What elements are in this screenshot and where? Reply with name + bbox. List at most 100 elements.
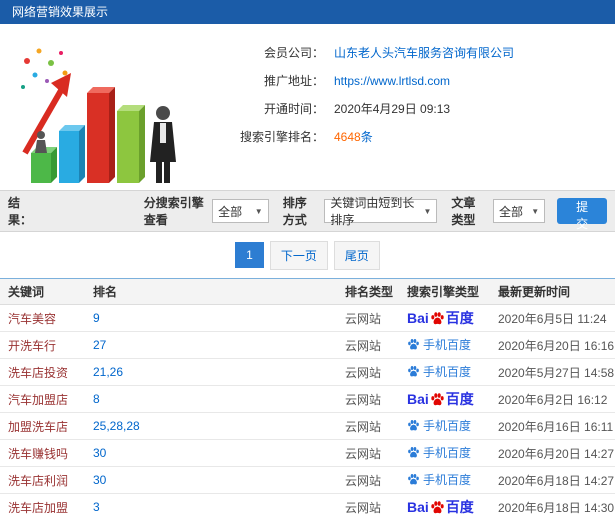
results-table: 关键词 排名 排名类型 搜索引擎类型 最新更新时间 汽车美容 9 云网站 Bai…: [0, 278, 615, 520]
company-link[interactable]: 山东老人头汽车服务咨询有限公司: [334, 44, 514, 61]
table-row: 洗车店利润 30 云网站 手机百度 2020年6月18日 14:27: [0, 466, 615, 494]
table-row: 加盟洗车店 25,28,28 云网站 手机百度 2020年6月16日 16:11: [0, 412, 615, 440]
baidu-pc-logo: Bai 百度: [407, 310, 474, 326]
next-page-button[interactable]: 下一页: [269, 240, 328, 270]
rank-type-cell: 云网站: [337, 466, 399, 494]
bar-chart-illustration: [4, 32, 189, 186]
header-updated: 最新更新时间: [490, 278, 615, 305]
pagination: 1 下一页 尾页: [0, 232, 615, 278]
chevron-down-icon: ▼: [531, 206, 540, 216]
baidu-mobile-logo: 手机百度: [407, 444, 471, 461]
table-row: 洗车赚钱吗 30 云网站 手机百度 2020年6月20日 14:27: [0, 439, 615, 467]
engine-cell: Bai 百度: [399, 304, 490, 332]
info-row-company: 会员公司： 山东老人头汽车服务咨询有限公司: [189, 40, 514, 65]
engine-cell: Bai 百度: [399, 493, 490, 520]
updated-cell: 2020年6月16日 16:11: [490, 412, 615, 440]
keyword-cell: 加盟洗车店: [0, 412, 85, 440]
last-page-button[interactable]: 尾页: [333, 240, 380, 270]
chevron-down-icon: ▼: [423, 206, 432, 216]
engine-cell: Bai 百度: [399, 385, 490, 413]
rank-count-label: 搜索引擎排名：: [239, 130, 324, 144]
rank-link[interactable]: 25,28,28: [93, 419, 140, 433]
baidu-mobile-logo: 手机百度: [407, 417, 471, 434]
baidu-paw-icon: [408, 447, 419, 458]
rank-count-suffix: 条: [360, 130, 373, 144]
baidu-mobile-logo: 手机百度: [407, 363, 471, 380]
growth-chart-image: [20, 48, 176, 183]
header-rank: 排名: [85, 278, 337, 305]
table-row: 开洗车行 27 云网站 手机百度 2020年6月20日 16:16: [0, 331, 615, 359]
keyword-cell: 开洗车行: [0, 331, 85, 359]
rank-type-cell: 云网站: [337, 304, 399, 332]
rank-link[interactable]: 27: [93, 338, 106, 352]
baidu-pc-logo: Bai 百度: [407, 391, 474, 407]
engine-filter-select[interactable]: 全部 ▼: [212, 199, 269, 223]
updated-cell: 2020年6月20日 16:16: [490, 331, 615, 359]
open-time-value: 2020年4月29日 09:13: [334, 102, 451, 116]
engine-cell: 手机百度: [399, 331, 490, 359]
engine-cell: 手机百度: [399, 439, 490, 467]
chevron-down-icon: ▼: [254, 206, 263, 216]
results-section-label: 结果：: [8, 196, 33, 227]
sort-filter-select[interactable]: 关键词由短到长排序 ▼: [324, 196, 438, 227]
keyword-cell: 洗车店加盟: [0, 493, 85, 520]
rank-type-cell: 云网站: [337, 493, 399, 520]
open-time-label: 开通时间：: [263, 102, 324, 116]
engine-cell: 手机百度: [399, 358, 490, 386]
table-row: 汽车加盟店 8 云网站 Bai 百度 2020年6月2日 16:12: [0, 385, 615, 413]
sort-filter-value: 关键词由短到长排序: [330, 196, 415, 227]
keyword-cell: 洗车店利润: [0, 466, 85, 494]
rank-link[interactable]: 8: [93, 392, 100, 406]
filter-band: 结果： 分搜索引擎查看 全部 ▼ 排序方式 关键词由短到长排序 ▼ 文章类型 全…: [0, 190, 615, 232]
rank-type-cell: 云网站: [337, 331, 399, 359]
info-panel: 会员公司： 山东老人头汽车服务咨询有限公司 推广地址： https://www.…: [0, 24, 615, 190]
updated-cell: 2020年6月20日 14:27: [490, 439, 615, 467]
rank-type-cell: 云网站: [337, 439, 399, 467]
engine-cell: 手机百度: [399, 412, 490, 440]
baidu-paw-icon: [408, 474, 419, 485]
engine-filter-value: 全部: [218, 204, 243, 219]
updated-cell: 2020年6月2日 16:12: [490, 385, 615, 413]
baidu-paw-icon: [408, 420, 419, 431]
rank-type-cell: 云网站: [337, 385, 399, 413]
type-filter-label: 文章类型: [451, 196, 476, 227]
type-filter-select[interactable]: 全部 ▼: [493, 199, 546, 223]
rank-link[interactable]: 9: [93, 311, 100, 325]
updated-cell: 2020年6月5日 11:24: [490, 304, 615, 332]
updated-cell: 2020年6月18日 14:30: [490, 493, 615, 520]
page-button-current[interactable]: 1: [235, 242, 264, 268]
keyword-cell: 洗车店投资: [0, 358, 85, 386]
rank-count-value: 4648: [334, 129, 361, 144]
results-table-body: 汽车美容 9 云网站 Bai 百度 2020年6月5日 11:24 开洗车行 27…: [0, 304, 615, 520]
baidu-paw-icon: [408, 339, 419, 350]
info-row-opened: 开通时间： 2020年4月29日 09:13: [189, 96, 514, 121]
rank-link[interactable]: 30: [93, 473, 106, 487]
promo-url-link[interactable]: https://www.lrtlsd.com: [334, 74, 450, 88]
rank-link[interactable]: 30: [93, 446, 106, 460]
baidu-paw-icon: [431, 311, 444, 324]
submit-button[interactable]: 提交: [557, 198, 607, 231]
info-fields: 会员公司： 山东老人头汽车服务咨询有限公司 推广地址： https://www.…: [189, 32, 514, 186]
baidu-paw-icon: [408, 366, 419, 377]
rank-link[interactable]: 21,26: [93, 365, 123, 379]
updated-cell: 2020年6月18日 14:27: [490, 466, 615, 494]
keyword-cell: 汽车美容: [0, 304, 85, 332]
updated-cell: 2020年5月27日 14:58: [490, 358, 615, 386]
rank-type-cell: 云网站: [337, 358, 399, 386]
baidu-mobile-logo: 手机百度: [407, 471, 471, 488]
rank-link[interactable]: 3: [93, 500, 100, 514]
keyword-cell: 汽车加盟店: [0, 385, 85, 413]
table-row: 汽车美容 9 云网站 Bai 百度 2020年6月5日 11:24: [0, 304, 615, 332]
baidu-pc-logo: Bai 百度: [407, 499, 474, 515]
sort-filter-label: 排序方式: [282, 196, 307, 227]
table-row: 洗车店加盟 3 云网站 Bai 百度 2020年6月18日 14:30: [0, 493, 615, 520]
baidu-paw-icon: [431, 500, 444, 513]
info-row-url: 推广地址： https://www.lrtlsd.com: [189, 68, 514, 93]
table-row: 洗车店投资 21,26 云网站 手机百度 2020年5月27日 14:58: [0, 358, 615, 386]
engine-filter-label: 分搜索引擎查看: [143, 196, 204, 227]
engine-cell: 手机百度: [399, 466, 490, 494]
company-label: 会员公司：: [263, 46, 324, 60]
baidu-mobile-logo: 手机百度: [407, 336, 471, 353]
header-rank-type: 排名类型: [337, 278, 399, 305]
baidu-paw-icon: [431, 392, 444, 405]
